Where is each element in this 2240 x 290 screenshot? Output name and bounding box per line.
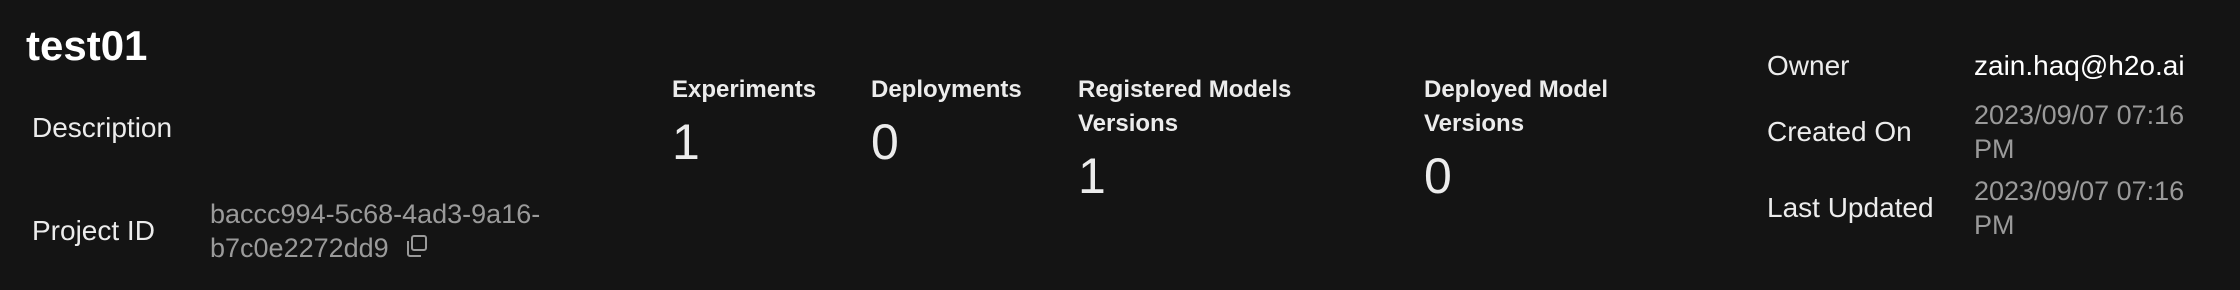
last-updated-value: 2023/09/07 07:16 PM <box>1974 176 2185 240</box>
project-id-line2: b7c0e2272dd9 <box>210 233 389 263</box>
stat-deployed-models-label: Deployed Model Versions <box>1424 76 1609 137</box>
stat-deployments-value: 0 <box>871 114 899 170</box>
stat-deployments-label: Deployments <box>871 76 1022 103</box>
project-id-label: Project ID <box>32 215 155 246</box>
project-id-line1: baccc994-5c68-4ad3-9a16- <box>210 199 541 229</box>
project-title: test01 <box>26 22 148 69</box>
stat-registered-models-label: Registered Models Versions <box>1078 76 1292 137</box>
created-on-value: 2023/09/07 07:16 PM <box>1974 100 2185 164</box>
owner-value: zain.haq@h2o.ai <box>1974 50 2185 81</box>
description-label: Description <box>32 112 173 143</box>
last-updated-label: Last Updated <box>1767 192 1934 223</box>
created-on-label: Created On <box>1767 116 1912 147</box>
stat-experiments-value: 1 <box>672 114 700 170</box>
project-id-line2-row: b7c0e2272dd9 <box>210 231 540 267</box>
copy-icon[interactable] <box>404 233 430 267</box>
project-id-value: baccc994-5c68-4ad3-9a16- b7c0e2272dd9 <box>210 197 540 267</box>
owner-label: Owner <box>1767 50 1850 81</box>
stat-deployed-models-value: 0 <box>1424 148 1452 204</box>
stat-registered-models-value: 1 <box>1078 148 1106 204</box>
stat-experiments-label: Experiments <box>672 76 817 103</box>
